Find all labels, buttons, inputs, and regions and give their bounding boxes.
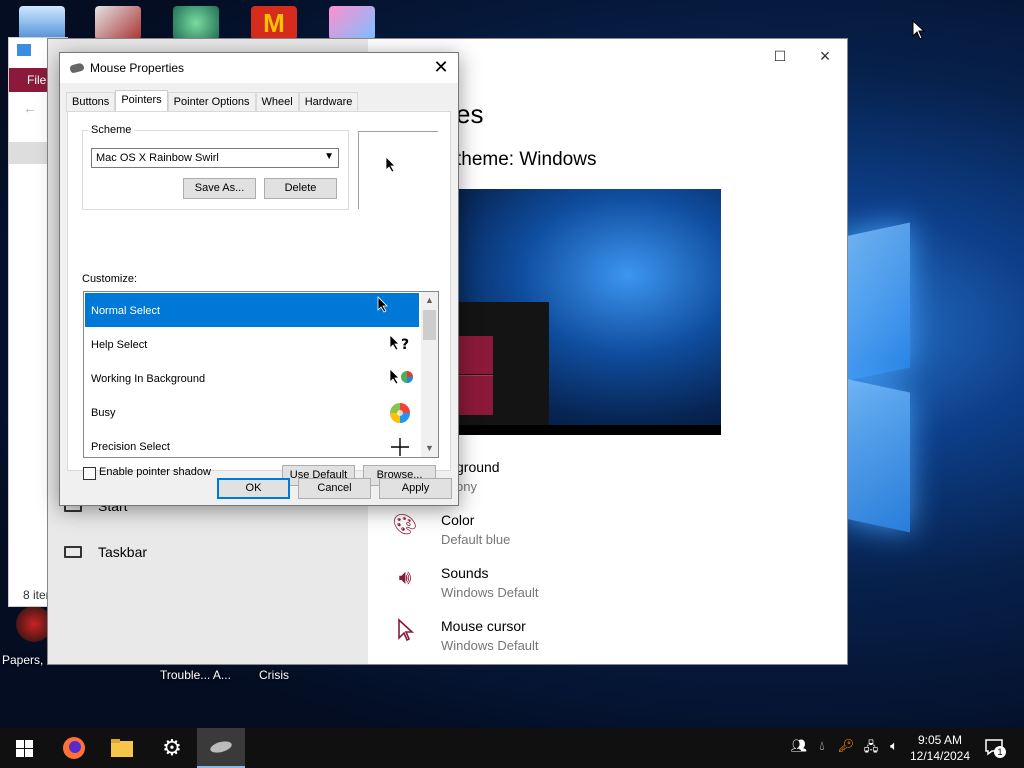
desktop-label-crisis[interactable]: Crisis <box>259 668 289 682</box>
pointers-panel: Scheme Mac OS X Rainbow Swirl ▼ Save As.… <box>67 111 451 486</box>
cursor-icon <box>391 618 419 646</box>
tab-pointers[interactable]: Pointers <box>115 90 168 112</box>
mouse-cursor-title: Mouse cursor <box>441 618 526 634</box>
ok-button[interactable]: OK <box>217 478 290 499</box>
color-value: Default blue <box>441 532 511 547</box>
desktop-label-trouble[interactable]: Trouble... A... <box>160 668 231 682</box>
dialog-title: Mouse Properties <box>90 61 185 75</box>
customize-label: Customize: <box>82 273 138 285</box>
taskbar: ⚙ 👥︎ 💧︎ 🔑︎ 🖧 🔈︎ 9:05 AM 12/14/2024 1 <box>0 728 1024 768</box>
notification-icon[interactable]: 1 <box>982 738 1006 758</box>
scheme-label: Scheme <box>88 124 135 136</box>
file-explorer-icon[interactable] <box>98 728 146 768</box>
network-icon[interactable]: 🖧 <box>861 738 881 758</box>
scroll-thumb[interactable] <box>423 310 436 340</box>
volume-icon[interactable]: 🔈︎ <box>884 738 904 758</box>
list-item-working-in-background[interactable]: Working In Background <box>85 361 419 395</box>
color-setting[interactable]: 🎨︎ Color Default blue <box>391 512 510 547</box>
save-as-button[interactable]: Save As... <box>183 178 256 199</box>
clock-time: 9:05 AM <box>917 733 963 747</box>
list-item-precision-select[interactable]: Precision Select <box>85 429 419 457</box>
mouse-properties-taskbar-icon[interactable] <box>197 728 245 768</box>
background-title: ground <box>456 459 500 475</box>
mouse-cursor-value: Windows Default <box>441 638 539 653</box>
palette-icon: 🎨︎ <box>392 514 418 536</box>
sounds-setting[interactable]: 🔊︎ Sounds Windows Default <box>391 565 539 600</box>
tab-wheel[interactable]: Wheel <box>255 92 299 112</box>
list-item-help-select[interactable]: Help Select ? <box>85 327 419 361</box>
list-item-label: Normal Select <box>91 305 161 317</box>
desktop-mouse-pointer-icon <box>912 19 926 43</box>
working-cursor-icon <box>389 368 413 390</box>
people-icon[interactable]: 👥︎ <box>789 738 809 758</box>
clock-date: 12/14/2024 <box>909 749 971 763</box>
cancel-button[interactable]: Cancel <box>298 478 371 499</box>
tab-pointer-options[interactable]: Pointer Options <box>167 92 256 112</box>
windows-icon <box>15 739 33 757</box>
tab-strip: Buttons Pointers Pointer Options Wheel H… <box>66 90 359 112</box>
close-button[interactable]: × <box>810 45 840 67</box>
color-title: Color <box>441 512 475 528</box>
mouse-icon <box>69 62 85 74</box>
rainbow-busy-icon <box>389 402 411 424</box>
pointer-shadow-label: Enable pointer shadow <box>99 466 211 478</box>
list-item-normal-select[interactable]: Normal Select <box>85 293 419 327</box>
sidebar-item-label: Taskbar <box>98 544 148 560</box>
speaker-icon: 🔊︎ <box>398 567 412 589</box>
scroll-up-icon[interactable]: ▲ <box>421 292 438 309</box>
list-item-label: Working In Background <box>91 373 206 385</box>
dialog-titlebar[interactable]: Mouse Properties <box>60 53 458 83</box>
list-item-busy[interactable]: Busy <box>85 395 419 429</box>
back-arrow-icon[interactable]: ← <box>23 100 37 116</box>
tab-buttons[interactable]: Buttons <box>66 92 116 112</box>
background-value: ony <box>456 479 477 494</box>
list-item-label: Help Select <box>91 339 148 351</box>
cursor-list[interactable]: Normal Select Help Select ? Working In B… <box>83 291 439 458</box>
notification-count: 1 <box>994 746 1006 758</box>
dialog-close-button[interactable]: ✕ <box>424 53 458 83</box>
list-item-label: Precision Select <box>91 441 170 453</box>
scheme-value: Mac OS X Rainbow Swirl <box>96 152 219 164</box>
sounds-title: Sounds <box>441 565 489 581</box>
list-scrollbar[interactable]: ▲ ▼ <box>421 292 438 457</box>
settings-gear-icon[interactable]: ⚙ <box>148 728 196 768</box>
water-drop-icon[interactable]: 💧︎ <box>812 738 832 758</box>
arrow-cursor-icon <box>385 156 397 176</box>
arrow-cursor-icon <box>377 296 399 318</box>
maximize-button[interactable]: ☐ <box>765 45 795 67</box>
background-setting[interactable]: ground ony <box>456 459 500 494</box>
svg-text:?: ? <box>401 337 409 353</box>
explorer-icon <box>17 44 31 56</box>
chevron-down-icon: ▼ <box>324 151 334 162</box>
start-button[interactable] <box>0 728 48 768</box>
sidebar-item-taskbar[interactable]: Taskbar <box>64 537 147 567</box>
firefox-icon[interactable] <box>50 728 98 768</box>
current-theme-label: theme: Windows <box>456 149 597 170</box>
sounds-value: Windows Default <box>441 585 539 600</box>
pointer-preview <box>358 131 438 209</box>
help-cursor-icon: ? <box>389 334 411 356</box>
scroll-down-icon[interactable]: ▼ <box>421 440 438 457</box>
key-icon[interactable]: 🔑︎ <box>836 738 856 758</box>
taskbar-icon <box>64 546 82 558</box>
scheme-dropdown[interactable]: Mac OS X Rainbow Swirl ▼ <box>91 148 339 168</box>
tab-hardware[interactable]: Hardware <box>298 92 359 112</box>
clock[interactable]: 9:05 AM 12/14/2024 <box>906 732 974 764</box>
mouse-cursor-setting[interactable]: Mouse cursor Windows Default <box>391 618 539 653</box>
mouse-properties-dialog[interactable]: Mouse Properties ✕ Buttons Pointers Poin… <box>59 52 459 506</box>
apply-button[interactable]: Apply <box>379 478 452 499</box>
crosshair-icon <box>389 436 411 457</box>
delete-button[interactable]: Delete <box>264 178 337 199</box>
pointer-shadow-checkbox[interactable] <box>83 467 96 480</box>
list-item-label: Busy <box>91 407 116 419</box>
page-title: es <box>456 99 484 129</box>
windows-logo-wallpaper <box>840 222 1024 533</box>
